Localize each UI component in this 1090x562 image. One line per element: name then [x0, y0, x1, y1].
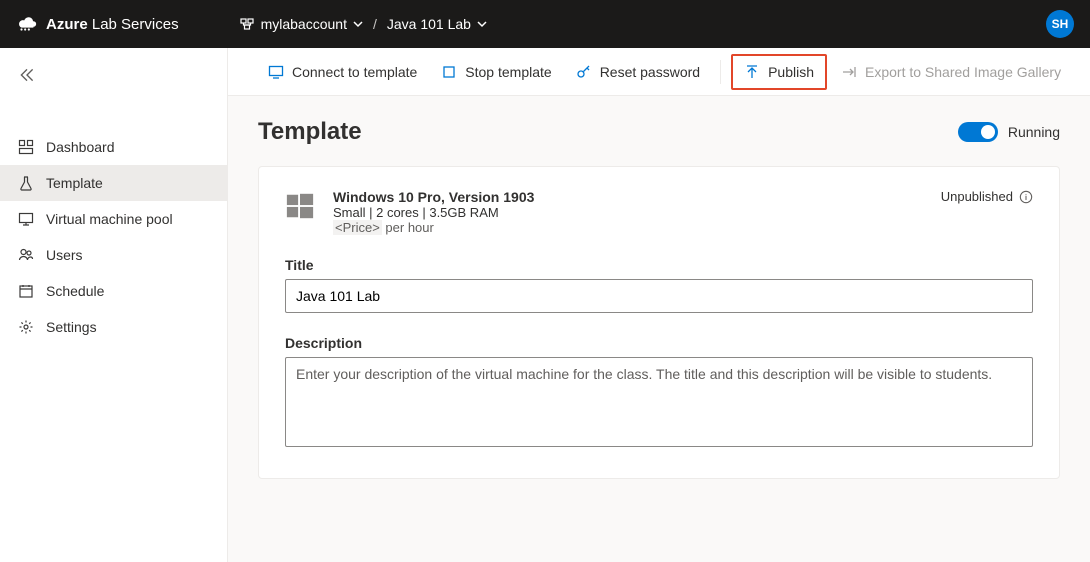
stop-icon: [441, 64, 457, 80]
resource-icon: [239, 16, 255, 32]
sidebar: Dashboard Template Virtual machine pool …: [0, 48, 228, 562]
gear-icon: [18, 319, 34, 335]
azure-cloud-icon: [16, 13, 38, 35]
sidebar-item-label: Schedule: [46, 283, 104, 299]
windows-icon: [285, 191, 315, 221]
breadcrumb-lab[interactable]: Java 101 Lab: [387, 16, 487, 32]
breadcrumb-separator: /: [373, 16, 377, 32]
action-toolbar: Connect to template Stop template Reset …: [228, 48, 1090, 96]
button-label: Stop template: [465, 64, 551, 80]
top-bar: Azure Lab Services mylabaccount / Java 1…: [0, 0, 1090, 48]
running-toggle[interactable]: [958, 122, 998, 142]
title-input[interactable]: [285, 279, 1033, 313]
monitor-icon: [18, 211, 34, 227]
brand-text: Azure Lab Services: [46, 16, 179, 33]
key-icon: [576, 64, 592, 80]
double-chevron-left-icon: [18, 66, 36, 84]
running-toggle-group: Running: [958, 122, 1060, 142]
button-label: Connect to template: [292, 64, 417, 80]
main: Connect to template Stop template Reset …: [228, 48, 1090, 562]
description-textarea[interactable]: [285, 357, 1033, 447]
sidebar-item-schedule[interactable]: Schedule: [0, 273, 227, 309]
os-spec: Small | 2 cores | 3.5GB RAM: [333, 205, 534, 220]
users-icon: [18, 247, 34, 263]
sidebar-item-users[interactable]: Users: [0, 237, 227, 273]
running-toggle-label: Running: [1008, 124, 1060, 140]
button-label: Export to Shared Image Gallery: [865, 64, 1061, 80]
description-label: Description: [285, 335, 1033, 351]
breadcrumb: mylabaccount / Java 101 Lab: [239, 16, 487, 32]
template-card: Windows 10 Pro, Version 1903 Small | 2 c…: [258, 166, 1060, 479]
status-label: Unpublished: [941, 189, 1013, 204]
nav: Dashboard Template Virtual machine pool …: [0, 129, 227, 345]
monitor-connect-icon: [268, 64, 284, 80]
avatar[interactable]: SH: [1046, 10, 1074, 38]
sidebar-item-vm-pool[interactable]: Virtual machine pool: [0, 201, 227, 237]
os-price: <Price> per hour: [333, 220, 534, 235]
brand[interactable]: Azure Lab Services: [16, 13, 179, 35]
sidebar-item-dashboard[interactable]: Dashboard: [0, 129, 227, 165]
publish-status: Unpublished: [941, 189, 1033, 204]
export-icon: [841, 64, 857, 80]
os-title: Windows 10 Pro, Version 1903: [333, 189, 534, 205]
sidebar-item-template[interactable]: Template: [0, 165, 227, 201]
flask-icon: [18, 175, 34, 191]
breadcrumb-lab-label: Java 101 Lab: [387, 16, 471, 32]
breadcrumb-account[interactable]: mylabaccount: [239, 16, 363, 32]
sidebar-item-label: Template: [46, 175, 103, 191]
collapse-sidebar-button[interactable]: [0, 56, 227, 97]
button-label: Reset password: [600, 64, 700, 80]
calendar-icon: [18, 283, 34, 299]
sidebar-item-settings[interactable]: Settings: [0, 309, 227, 345]
export-to-gallery-button: Export to Shared Image Gallery: [831, 58, 1071, 86]
sidebar-item-label: Dashboard: [46, 139, 115, 155]
info-icon[interactable]: [1019, 190, 1033, 204]
connect-to-template-button[interactable]: Connect to template: [258, 58, 427, 86]
publish-button[interactable]: Publish: [731, 54, 827, 90]
sidebar-item-label: Virtual machine pool: [46, 211, 173, 227]
toolbar-separator: [720, 60, 721, 84]
publish-arrow-up-icon: [744, 64, 760, 80]
chevron-down-icon: [477, 19, 487, 29]
sidebar-item-label: Settings: [46, 319, 97, 335]
button-label: Publish: [768, 64, 814, 80]
dashboard-icon: [18, 139, 34, 155]
breadcrumb-account-label: mylabaccount: [261, 16, 347, 32]
sidebar-item-label: Users: [46, 247, 83, 263]
stop-template-button[interactable]: Stop template: [431, 58, 561, 86]
title-label: Title: [285, 257, 1033, 273]
chevron-down-icon: [353, 19, 363, 29]
page-title: Template: [258, 118, 362, 146]
reset-password-button[interactable]: Reset password: [566, 58, 710, 86]
